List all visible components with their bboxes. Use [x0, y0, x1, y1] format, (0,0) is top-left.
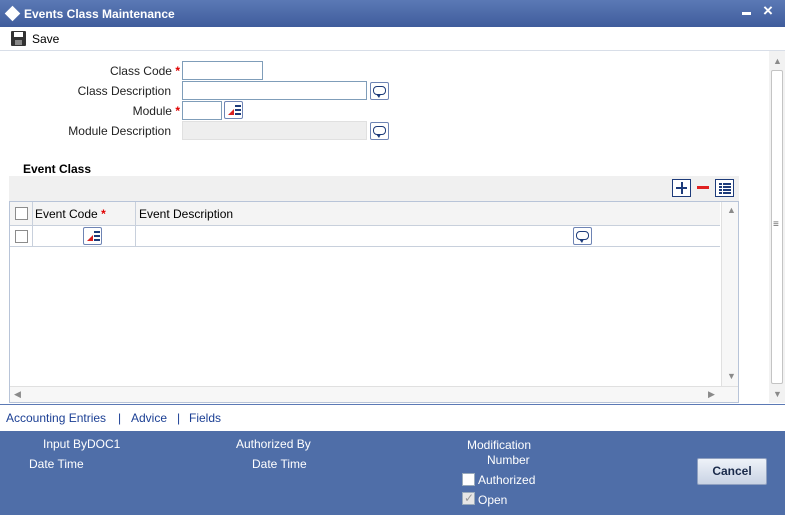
- advice-link[interactable]: Advice: [131, 411, 167, 425]
- class-code-input[interactable]: [182, 61, 263, 80]
- event-class-title: Event Class: [23, 162, 92, 176]
- required-marker: *: [175, 104, 180, 118]
- modification-number-label: Number: [487, 453, 530, 467]
- open-checkbox: [462, 491, 475, 505]
- scroll-right-icon[interactable]: ▶: [708, 390, 715, 399]
- close-icon[interactable]: ×: [763, 2, 773, 20]
- module-label: Module *: [132, 104, 180, 118]
- authorized-by-label: Authorized By: [236, 437, 311, 451]
- audit-footer: Input By DOC1 Date Time Authorized By Da…: [0, 431, 785, 515]
- input-by-label: Input By: [43, 437, 88, 451]
- speech-bubble-icon: [373, 126, 386, 138]
- page-vertical-scrollbar[interactable]: ▲ ▼: [769, 51, 785, 403]
- authorized-date-time-label: Date Time: [252, 457, 307, 471]
- lov-list-icon: [235, 105, 241, 116]
- module-description-label: Module Description: [68, 124, 171, 138]
- grid-vertical-scrollbar[interactable]: ▲ ▼: [721, 202, 738, 386]
- single-view-button[interactable]: [715, 179, 734, 197]
- required-marker: *: [175, 64, 180, 78]
- select-all-checkbox[interactable]: [15, 207, 28, 220]
- link-separator: |: [118, 411, 122, 425]
- title-bar: Events Class Maintenance ×: [0, 0, 785, 27]
- module-input[interactable]: [182, 101, 222, 120]
- lov-arrow-icon: [228, 109, 234, 115]
- event-description-cell[interactable]: [138, 228, 568, 245]
- grid-horizontal-scrollbar[interactable]: ◀ ▶: [10, 386, 738, 402]
- fields-link[interactable]: Fields: [189, 411, 221, 425]
- scroll-up-icon[interactable]: ▲: [727, 206, 736, 215]
- row-checkbox[interactable]: [15, 230, 28, 243]
- add-row-button[interactable]: [672, 179, 691, 197]
- main-content: Class Code * Class Description Module * …: [0, 51, 769, 403]
- event-code-cell[interactable]: [34, 228, 84, 245]
- accounting-entries-link[interactable]: Accounting Entries: [6, 411, 106, 425]
- scroll-up-icon[interactable]: ▲: [773, 57, 782, 66]
- speech-bubble-icon: [373, 86, 386, 98]
- module-lov-button[interactable]: [224, 101, 243, 119]
- app-diamond-icon: [4, 5, 21, 22]
- class-description-edit-button[interactable]: [370, 82, 389, 100]
- speech-bubble-icon: [576, 231, 589, 243]
- link-separator: |: [177, 411, 181, 425]
- scrollbar-thumb[interactable]: [771, 70, 783, 384]
- authorized-checkbox: [462, 473, 475, 486]
- module-description-edit-button[interactable]: [370, 122, 389, 140]
- input-by-value: DOC1: [87, 437, 121, 451]
- minimize-icon[interactable]: [742, 12, 751, 15]
- class-code-label: Class Code *: [109, 64, 180, 78]
- grid-toolbar: [9, 176, 739, 201]
- event-class-grid: Event Code * Event Description ▲ ▼ ◀ ▶: [9, 201, 739, 403]
- required-marker: *: [101, 207, 106, 221]
- date-time-label: Date Time: [29, 457, 84, 471]
- scroll-down-icon[interactable]: ▼: [727, 372, 736, 381]
- window-title: Events Class Maintenance: [24, 7, 175, 21]
- class-description-label: Class Description: [77, 84, 171, 98]
- save-label: Save: [32, 32, 60, 46]
- links-bar: Accounting Entries | Advice | Fields: [0, 404, 785, 431]
- lov-arrow-icon: [87, 235, 93, 241]
- event-code-lov-button[interactable]: [83, 227, 102, 245]
- scroll-down-icon[interactable]: ▼: [773, 390, 782, 399]
- lov-list-icon: [94, 231, 100, 242]
- class-description-input[interactable]: [182, 81, 367, 100]
- delete-row-button[interactable]: [694, 179, 713, 197]
- save-icon: [11, 31, 26, 46]
- event-description-header: Event Description: [139, 207, 234, 221]
- event-description-edit-button[interactable]: [573, 227, 592, 245]
- event-code-header: Event Code *: [35, 207, 106, 221]
- cancel-button[interactable]: Cancel: [697, 458, 767, 485]
- open-label: Open: [478, 493, 508, 507]
- scroll-left-icon[interactable]: ◀: [14, 390, 21, 399]
- grid-header: Event Code * Event Description: [10, 202, 720, 226]
- toolbar: Save: [0, 27, 785, 51]
- modification-label: Modification: [467, 438, 532, 452]
- module-description-input: [182, 121, 367, 140]
- authorized-label: Authorized: [478, 473, 536, 487]
- table-row: [10, 226, 720, 247]
